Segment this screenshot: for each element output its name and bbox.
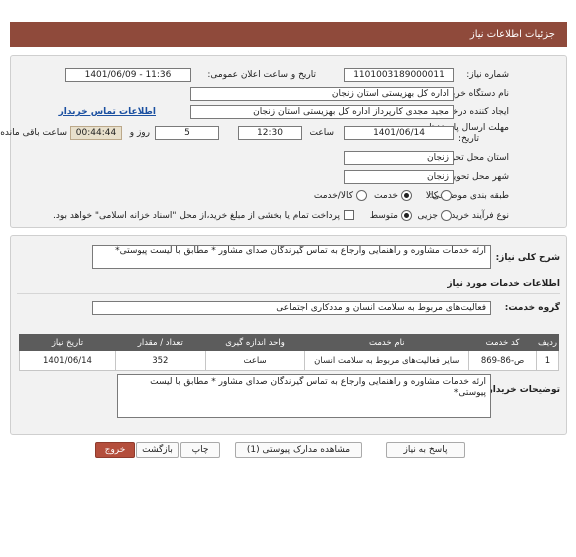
col-quantity: تعداد / مقدار bbox=[114, 334, 206, 351]
days-field: 5 bbox=[155, 126, 219, 140]
col-service-code: کد خدمت bbox=[468, 334, 538, 351]
cell-service-code: ص-86-869 bbox=[468, 350, 538, 371]
remaining-label: ساعت باقی مانده bbox=[0, 128, 67, 138]
need-items-panel: شرح کلی نیاز: ارئه خدمات مشاوره و راهنما… bbox=[10, 235, 567, 435]
services-section-title: اطلاعات خدمات مورد نیاز bbox=[447, 279, 560, 289]
remaining-time-field: 00:44:44 bbox=[70, 126, 122, 140]
deadline-time-field: 12:30 bbox=[238, 126, 302, 140]
section-divider bbox=[17, 293, 560, 294]
buyer-field: اداره کل بهزیستی استان زنجان bbox=[190, 87, 454, 101]
service-group-field: فعالیت‌های مربوط به سلامت انسان و مددکار… bbox=[92, 301, 491, 315]
need-number-label: شماره نیاز: bbox=[466, 70, 509, 80]
reply-button[interactable]: پاسخ به نیاز bbox=[386, 442, 465, 458]
col-service-name: نام خدمت bbox=[304, 334, 470, 351]
page-title-bar: جزئیات اطلاعات نیاز bbox=[10, 22, 567, 47]
col-unit: واحد اندازه گیری bbox=[204, 334, 306, 351]
category-option-goods-service: کالا/خدمت bbox=[313, 191, 353, 201]
deadline-time-label: ساعت bbox=[309, 128, 335, 138]
summary-field: ارئه خدمات مشاوره و راهنمایی وارجاع به ت… bbox=[92, 245, 491, 269]
creator-field: مجید مجدی کارپرداز اداره کل بهزیستی استا… bbox=[190, 105, 454, 119]
buyer-notes-label: توضیحات خریدار: bbox=[484, 385, 560, 395]
back-button[interactable]: بازگشت bbox=[136, 442, 179, 458]
exit-button[interactable]: خروج bbox=[95, 442, 135, 458]
cell-row-number: 1 bbox=[536, 350, 559, 371]
service-group-label: گروه خدمت: bbox=[504, 303, 560, 313]
deadline-date-field: 1401/06/14 bbox=[344, 126, 454, 140]
cell-need-date: 1401/06/14 bbox=[19, 350, 116, 371]
category-option-goods: کالا bbox=[425, 191, 438, 201]
buyer-notes-field: ارئه خدمات مشاوره و راهنمایی وارجاع به ت… bbox=[117, 374, 491, 418]
table-row: 1 ص-86-869 سایر فعالیت‌های مربوط به سلام… bbox=[19, 350, 559, 371]
treasury-payment-checkbox[interactable] bbox=[344, 210, 354, 220]
announce-datetime-field: 1401/06/09 - 11:36 bbox=[65, 68, 191, 82]
page-title: جزئیات اطلاعات نیاز bbox=[469, 29, 555, 40]
cell-service-name: سایر فعالیت‌های مربوط به سلامت انسان bbox=[304, 350, 470, 371]
category-radio-service[interactable] bbox=[401, 190, 412, 201]
category-radio-goods[interactable] bbox=[441, 190, 452, 201]
cell-unit: ساعت bbox=[204, 350, 306, 371]
print-button[interactable]: چاپ bbox=[180, 442, 220, 458]
category-option-service: خدمت bbox=[374, 191, 398, 201]
days-label: روز و bbox=[129, 128, 150, 138]
treasury-payment-note: پرداخت تمام یا بخشی از مبلغ خرید،از محل … bbox=[52, 211, 340, 221]
province-field: زنجان bbox=[344, 151, 454, 165]
process-radio-medium[interactable] bbox=[401, 210, 412, 221]
buyer-contact-link[interactable]: اطلاعات تماس خریدار bbox=[59, 107, 156, 117]
city-field: زنجان bbox=[344, 170, 454, 184]
col-need-date: تاریخ نیاز bbox=[19, 334, 116, 351]
announce-label: تاریخ و ساعت اعلان عمومی: bbox=[207, 70, 316, 80]
summary-label: شرح کلی نیاز: bbox=[495, 253, 560, 263]
col-row-number: ردیف bbox=[536, 334, 559, 351]
cell-quantity: 352 bbox=[114, 350, 206, 371]
process-radio-minor[interactable] bbox=[441, 210, 452, 221]
need-number-field: 1101003189000011 bbox=[344, 68, 454, 82]
deadline-label-2: تاریخ: bbox=[458, 134, 479, 144]
category-radio-goods-service[interactable] bbox=[356, 190, 367, 201]
view-attachments-button[interactable]: مشاهده مدارک پیوستی (1) bbox=[235, 442, 362, 458]
services-table: ردیف کد خدمت نام خدمت واحد اندازه گیری ت… bbox=[19, 334, 559, 371]
process-option-minor: جزیی bbox=[417, 211, 438, 221]
process-option-medium: متوسط bbox=[369, 211, 398, 221]
process-label: نوع فرآیند خرید : bbox=[445, 211, 509, 221]
table-header-row: ردیف کد خدمت نام خدمت واحد اندازه گیری ت… bbox=[19, 334, 559, 351]
need-details-panel: شماره نیاز: 1101003189000011 تاریخ و ساع… bbox=[0, 55, 567, 228]
